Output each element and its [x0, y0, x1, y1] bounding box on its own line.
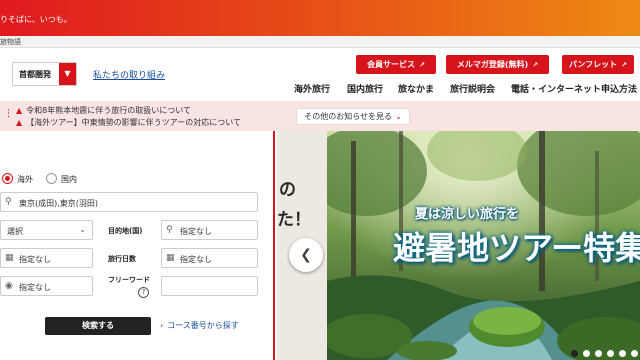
- departure-field[interactable]: ⚲ 東京(成田),東京(羽田): [0, 192, 258, 212]
- warning-icon: ▲: [16, 106, 23, 115]
- notice-item-text: 令和8年熊本地震に伴う旅行の取扱いについて: [26, 106, 192, 115]
- warning-icon: ▲: [16, 118, 23, 127]
- location-pin-icon: ⚲: [5, 197, 12, 207]
- more-notices-button[interactable]: その他のお知らせを見る ⌄: [296, 108, 410, 125]
- summer-resort-slide[interactable]: 夏は涼しい旅行を 避暑地ツアー特集: [327, 131, 640, 360]
- chevron-down-icon: ▼: [59, 63, 76, 85]
- location-pin-icon: ⚲: [166, 225, 173, 235]
- search-button[interactable]: 検索する: [45, 317, 151, 335]
- help-icon[interactable]: ?: [138, 287, 149, 298]
- budget-value: 指定なし: [19, 283, 51, 292]
- chevron-right-icon: ›: [160, 321, 164, 330]
- newsletter-button[interactable]: メルマガ登録(無料) ↗: [446, 55, 549, 74]
- slide-subheading: 夏は涼しい旅行を: [415, 207, 520, 222]
- departure-date-field[interactable]: ▦ 指定なし: [0, 248, 93, 268]
- newsletter-label: メルマガ登録(無料): [456, 60, 529, 69]
- notice-item-text: 【海外ツアー】中東情勢の影響に伴うツアーの対応について: [26, 118, 241, 127]
- calendar-icon: ▦: [166, 253, 175, 263]
- peek-text: の: [279, 180, 296, 200]
- destination-label: 目的地(国): [108, 227, 143, 235]
- budget-field[interactable]: ◉ 指定なし: [0, 276, 93, 296]
- pamphlet-label: パンフレット: [568, 60, 618, 69]
- slide-heading: 避暑地ツアー特集: [393, 229, 640, 267]
- chevron-down-icon: ⌄: [395, 112, 402, 121]
- freeword-input[interactable]: [161, 276, 258, 296]
- carousel-prev-button[interactable]: ❮: [289, 238, 323, 272]
- tour-search-panel: 海外 国内 ⚲ 東京(成田),東京(羽田) 選択 ⌄ 目的地(国) ⚲ 指定なし…: [0, 131, 275, 360]
- carousel-dots: [566, 350, 638, 359]
- notice-item[interactable]: ▲ 【海外ツアー】中東情勢の影響に伴うツアーの対応について: [16, 117, 241, 128]
- nav-briefing[interactable]: 旅行説明会: [450, 82, 495, 95]
- departure-date-value: 指定なし: [19, 255, 51, 264]
- chevron-down-icon: ⌄: [79, 225, 86, 234]
- departure-value: 東京(成田),東京(羽田): [19, 199, 99, 208]
- chevron-left-icon: ❮: [300, 247, 312, 263]
- carousel-dot[interactable]: [607, 350, 614, 357]
- more-notices-label: その他のお知らせを見る: [304, 112, 393, 121]
- member-service-button[interactable]: 会員サービス ↗: [356, 55, 436, 74]
- carousel-dot[interactable]: [595, 350, 602, 357]
- member-service-label: 会員サービス: [367, 60, 416, 69]
- notice-item[interactable]: ▲ 令和8年熊本地震に伴う旅行の取扱いについて: [16, 105, 191, 116]
- radio-domestic-label: 国内: [61, 175, 77, 184]
- calendar-icon: ▦: [5, 253, 14, 263]
- destination-field[interactable]: ⚲ 指定なし: [161, 220, 258, 240]
- days-field[interactable]: ▦ 指定なし: [161, 248, 258, 268]
- peek-text: た！: [277, 210, 311, 230]
- tagline: りそばに、いつも。: [0, 15, 72, 24]
- radio-overseas[interactable]: [2, 173, 13, 184]
- region-select[interactable]: 首都圏発 ▼: [12, 62, 77, 86]
- days-value: 指定なし: [180, 255, 212, 264]
- carousel-dot[interactable]: [631, 350, 638, 357]
- freeword-label: フリーワード: [108, 276, 150, 284]
- external-link-icon: ↗: [621, 61, 628, 69]
- nav-tabinakama[interactable]: 旅なかま: [398, 82, 434, 95]
- price-tag-icon: ◉: [5, 281, 13, 291]
- days-label: 旅行日数: [108, 255, 136, 263]
- region-select-label: 首都圏発: [19, 70, 51, 79]
- external-link-icon: ↗: [419, 61, 425, 69]
- external-link-icon: ↗: [532, 61, 539, 69]
- carousel-dot[interactable]: [571, 350, 578, 357]
- nav-domestic-travel[interactable]: 国内旅行: [347, 82, 383, 95]
- breadcrumb: 旅物語: [0, 36, 640, 48]
- course-number-link[interactable]: › コース番号から探す: [160, 320, 239, 331]
- hero-carousel: の た！ 夏は涼しい旅行を 避暑地ツアー特集 ❮: [277, 131, 640, 360]
- carousel-dot[interactable]: [619, 350, 626, 357]
- area-select[interactable]: 選択 ⌄: [0, 220, 93, 240]
- radio-domestic[interactable]: [46, 173, 57, 184]
- destination-value: 指定なし: [180, 227, 212, 236]
- pamphlet-button[interactable]: パンフレット ↗: [562, 55, 634, 74]
- site-header: 首都圏発 ▼ 私たちの取り組み 会員サービス ↗ メルマガ登録(無料) ↗ パンフレ…: [0, 48, 640, 101]
- carousel-dot[interactable]: [583, 350, 590, 357]
- chevron-icon: ⋮: [4, 109, 13, 119]
- nav-overseas-travel[interactable]: 海外旅行: [294, 82, 330, 95]
- notice-bar: ⋮ ▲ 令和8年熊本地震に伴う旅行の取扱いについて ▲ 【海外ツアー】中東情勢の影響…: [0, 101, 640, 131]
- nav-how-to-apply[interactable]: 電話・インターネット申込方法: [511, 82, 637, 95]
- top-banner: りそばに、いつも。: [0, 0, 640, 36]
- our-initiatives-link[interactable]: 私たちの取り組み: [93, 68, 165, 81]
- course-number-label: コース番号から探す: [167, 321, 239, 330]
- breadcrumb-text[interactable]: 旅物語: [0, 37, 21, 47]
- area-select-value: 選択: [7, 227, 23, 236]
- radio-overseas-label: 海外: [17, 175, 33, 184]
